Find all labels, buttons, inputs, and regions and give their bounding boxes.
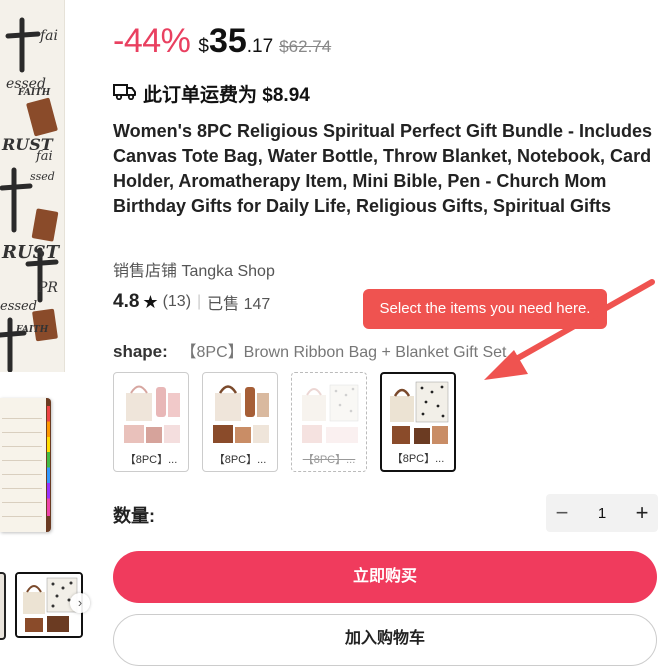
image-gallery: fai essed RUST fai ssed RUST PR essed FA… <box>0 0 100 660</box>
shape-option-2[interactable]: 【8PC】... <box>202 372 278 472</box>
discount-percent: -44% <box>113 22 191 60</box>
product-title: Women's 8PC Religious Spiritual Perfect … <box>113 121 653 216</box>
shape-option-label: 【8PC】... <box>302 454 356 466</box>
shape-option-label: 【8PC】... <box>124 454 178 466</box>
shape-option-3[interactable]: 【8PC】... <box>291 372 367 472</box>
shipping-info: 此订单运费为 $8.94 <box>113 80 310 107</box>
divider: | <box>197 293 202 310</box>
price-decimal: .17 <box>246 36 274 57</box>
shape-option-label: 【8PC】... <box>391 453 445 465</box>
star-icon: ★ <box>142 291 159 312</box>
shape-option-label: 【8PC】... <box>213 454 267 466</box>
thumbnail-previous[interactable] <box>0 572 6 640</box>
quantity-stepper: − 1 + <box>546 494 658 532</box>
quantity-row: 数量: − 1 + <box>113 494 658 534</box>
rating-row: 4.8 ★ (13) | 已售 147 <box>113 290 270 314</box>
svg-text:RUST: RUST <box>1 242 61 263</box>
svg-text:essed: essed <box>0 299 37 314</box>
quantity-label: 数量: <box>113 506 155 526</box>
review-count[interactable]: (13) <box>163 293 191 311</box>
annotation-arrow-icon <box>484 279 655 380</box>
store-link[interactable]: 销售店铺 Tangka Shop <box>113 257 275 281</box>
notebook-image <box>0 398 51 532</box>
chevron-right-icon[interactable]: › <box>70 593 90 613</box>
svg-text:PR: PR <box>37 280 58 296</box>
sold-count: 已售 147 <box>207 296 271 313</box>
rating-value: 4.8 <box>113 291 140 312</box>
price-row: -44% $35.17 $62.74 <box>113 22 331 61</box>
shape-selected-value: 【8PC】Brown Ribbon Bag + Blanket Gift Set <box>180 344 507 361</box>
svg-text:FAITH: FAITH <box>17 88 51 98</box>
svg-text:ssed: ssed <box>30 170 55 183</box>
increment-button[interactable]: + <box>626 494 658 532</box>
shipping-text: 此订单运费为 $8.94 <box>143 85 310 106</box>
shape-option-4[interactable]: 【8PC】... <box>380 372 456 472</box>
truck-icon <box>113 82 137 105</box>
svg-text:FAITH: FAITH <box>15 325 49 335</box>
main-product-image[interactable]: fai essed RUST fai ssed RUST PR essed FA… <box>0 0 65 372</box>
svg-text:fai: fai <box>39 28 58 44</box>
price-integer: 35 <box>208 22 247 60</box>
quantity-value[interactable]: 1 <box>598 505 606 522</box>
decrement-button[interactable]: − <box>546 494 578 532</box>
shape-options: 【8PC】... 【8PC】... 【8PC】... 【8PC】... <box>113 372 456 472</box>
shape-label: shape: <box>113 342 168 361</box>
add-to-cart-button[interactable]: 加入购物车 <box>113 614 657 666</box>
buy-now-button[interactable]: 立即购买 <box>113 551 657 603</box>
currency-symbol: $ <box>198 36 209 57</box>
svg-text:fai: fai <box>35 149 53 164</box>
original-price: $62.74 <box>279 37 332 56</box>
shape-option-1[interactable]: 【8PC】... <box>113 372 189 472</box>
